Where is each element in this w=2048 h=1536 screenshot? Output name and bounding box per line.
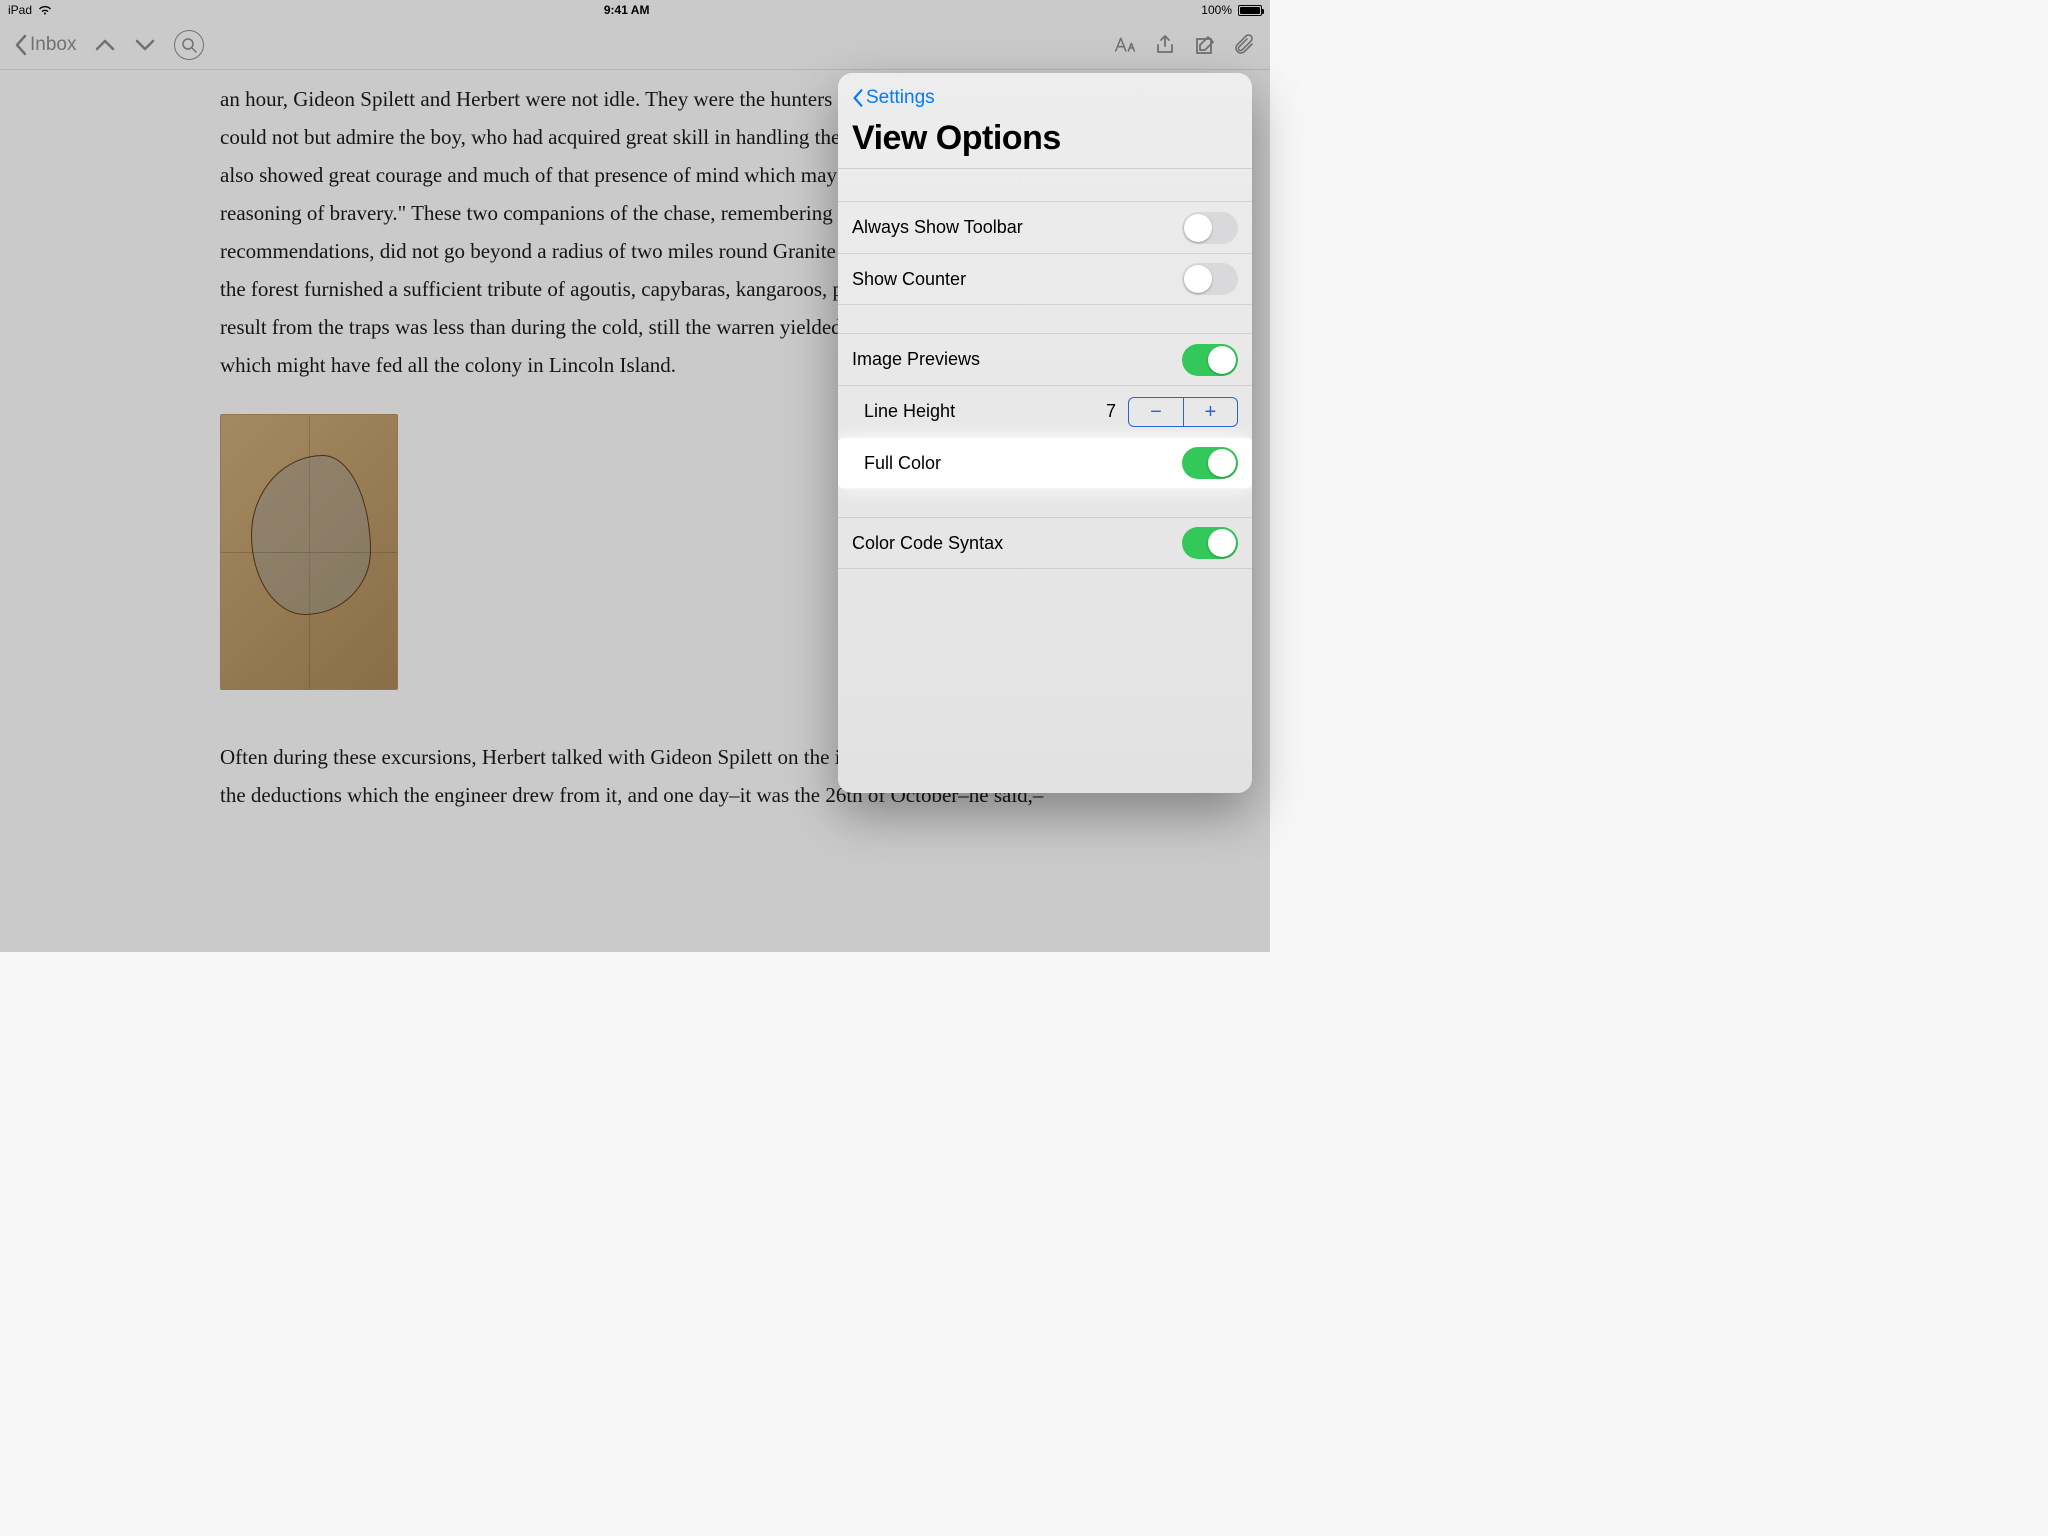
line-height-stepper[interactable]: − + bbox=[1128, 397, 1238, 427]
text-format-button[interactable] bbox=[1114, 34, 1136, 56]
popover-title: View Options bbox=[852, 119, 1238, 158]
compose-button[interactable] bbox=[1194, 34, 1216, 56]
chevron-up-icon bbox=[94, 34, 116, 56]
row-label: Full Color bbox=[864, 453, 941, 474]
next-item-button[interactable] bbox=[134, 34, 156, 56]
compose-icon bbox=[1194, 34, 1216, 56]
row-label: Always Show Toolbar bbox=[852, 217, 1023, 238]
stepper-increment[interactable]: + bbox=[1183, 398, 1237, 426]
row-label: Show Counter bbox=[852, 269, 966, 290]
back-to-inbox-button[interactable]: Inbox bbox=[14, 34, 76, 56]
row-label: Line Height bbox=[864, 401, 955, 422]
wifi-icon bbox=[38, 5, 52, 15]
chevron-left-icon bbox=[14, 34, 28, 56]
view-options-popover: Settings View Options Always Show Toolba… bbox=[838, 73, 1252, 793]
row-image-previews[interactable]: Image Previews bbox=[838, 333, 1252, 385]
attachment-button[interactable] bbox=[1234, 34, 1256, 56]
toggle-full-color[interactable] bbox=[1182, 447, 1238, 479]
toggle-always-show-toolbar[interactable] bbox=[1182, 212, 1238, 244]
back-label: Inbox bbox=[30, 34, 76, 56]
toggle-color-code-syntax[interactable] bbox=[1182, 527, 1238, 559]
settings-group-toolbar: Always Show Toolbar Show Counter bbox=[838, 201, 1252, 305]
row-label: Image Previews bbox=[852, 349, 980, 370]
settings-group-preview: Image Previews Line Height 7 − + Full Co… bbox=[838, 333, 1252, 489]
paperclip-icon bbox=[1234, 34, 1256, 56]
settings-group-syntax: Color Code Syntax bbox=[838, 517, 1252, 569]
share-button[interactable] bbox=[1154, 34, 1176, 56]
battery-percent: 100% bbox=[1201, 3, 1232, 17]
chevron-left-icon bbox=[852, 88, 864, 108]
inline-map-image bbox=[220, 414, 398, 690]
app-toolbar: Inbox bbox=[0, 20, 1270, 70]
prev-item-button[interactable] bbox=[94, 34, 116, 56]
text-size-icon bbox=[1114, 34, 1136, 56]
stepper-decrement[interactable]: − bbox=[1129, 398, 1183, 426]
clock: 9:41 AM bbox=[604, 3, 650, 17]
popover-back-label: Settings bbox=[866, 87, 935, 109]
device-label: iPad bbox=[8, 3, 32, 17]
toggle-show-counter[interactable] bbox=[1182, 263, 1238, 295]
line-height-value: 7 bbox=[1106, 401, 1116, 422]
popover-back-button[interactable]: Settings bbox=[852, 87, 1238, 109]
row-line-height: Line Height 7 − + bbox=[838, 385, 1252, 437]
toggle-image-previews[interactable] bbox=[1182, 344, 1238, 376]
row-color-code-syntax[interactable]: Color Code Syntax bbox=[838, 517, 1252, 569]
share-icon bbox=[1154, 34, 1176, 56]
row-show-counter[interactable]: Show Counter bbox=[838, 253, 1252, 305]
battery-icon bbox=[1238, 5, 1262, 16]
row-always-show-toolbar[interactable]: Always Show Toolbar bbox=[838, 201, 1252, 253]
chevron-down-icon bbox=[134, 34, 156, 56]
status-bar: iPad 9:41 AM 100% bbox=[0, 0, 1270, 20]
search-icon bbox=[181, 37, 197, 53]
row-full-color[interactable]: Full Color bbox=[838, 437, 1252, 489]
row-label: Color Code Syntax bbox=[852, 533, 1003, 554]
search-button[interactable] bbox=[174, 30, 204, 60]
